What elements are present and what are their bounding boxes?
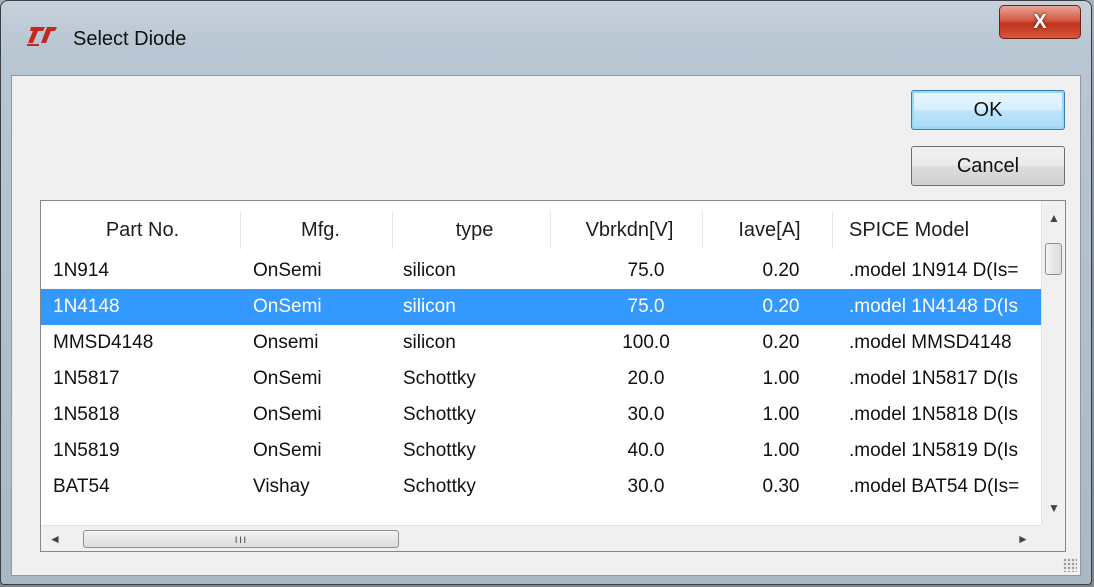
column-header-vbrkdn[interactable]: Vbrkdn[V]	[557, 211, 703, 249]
cell-spice-model: .model BAT54 D(Is=	[849, 476, 1020, 497]
scroll-left-arrow-icon[interactable]: ◄	[47, 532, 63, 546]
scroll-down-arrow-icon[interactable]: ▼	[1042, 501, 1065, 515]
title-bar[interactable]: Select Diode X	[1, 1, 1091, 73]
resize-grip-icon[interactable]	[1063, 558, 1077, 572]
column-header-mfg[interactable]: Mfg.	[249, 211, 393, 249]
cell-spice-model: .model 1N4148 D(Is	[849, 296, 1018, 317]
horizontal-scroll-thumb[interactable]: ııı	[83, 530, 399, 548]
cell-type: Schottky	[403, 440, 476, 461]
table-row[interactable]: 1N4148 OnSemi silicon 75.0 0.20 .model 1N4148…	[41, 289, 1041, 325]
vertical-scroll-thumb[interactable]	[1045, 243, 1062, 275]
table-row[interactable]: BAT54 Vishay Schottky 30.0 0.30 .model BAT54 …	[41, 469, 1041, 505]
cell-type: silicon	[403, 296, 456, 317]
close-button[interactable]: X	[999, 5, 1081, 39]
cancel-button[interactable]: Cancel	[911, 146, 1065, 186]
cell-iave: 1.00	[762, 368, 800, 389]
diode-list[interactable]: Part No. Mfg. type Vbrkdn[V] Iave[A] SPI…	[40, 200, 1066, 552]
cell-iave: 1.00	[762, 404, 800, 425]
cell-type: Schottky	[403, 368, 476, 389]
horizontal-scrollbar[interactable]: ◄ ııı ►	[41, 525, 1041, 551]
ok-button[interactable]: OK	[911, 90, 1065, 130]
cell-mfg: Onsemi	[253, 332, 319, 353]
cell-part-no: 1N4148	[53, 296, 120, 317]
cell-spice-model: .model 1N5818 D(Is	[849, 404, 1018, 425]
cell-vbrkdn: 75.0	[627, 260, 665, 281]
cell-mfg: OnSemi	[253, 404, 322, 425]
window-title: Select Diode	[73, 28, 187, 50]
cell-iave: 0.30	[762, 476, 800, 497]
cell-vbrkdn: 20.0	[627, 368, 665, 389]
cell-part-no: 1N5817	[53, 368, 120, 389]
cell-mfg: OnSemi	[253, 440, 322, 461]
cell-spice-model: .model 1N914 D(Is=	[849, 260, 1019, 281]
cell-iave: 1.00	[762, 440, 800, 461]
column-header-iave[interactable]: Iave[A]	[707, 211, 833, 249]
column-header-part-no[interactable]: Part No.	[45, 211, 241, 249]
column-header-spice-model[interactable]: SPICE Model	[837, 211, 1037, 249]
scrollbar-corner	[1041, 525, 1065, 551]
scroll-up-arrow-icon[interactable]: ▲	[1042, 211, 1065, 225]
cell-vbrkdn: 75.0	[627, 296, 665, 317]
cell-part-no: 1N5818	[53, 404, 120, 425]
list-header: Part No. Mfg. type Vbrkdn[V] Iave[A] SPI…	[41, 201, 1041, 253]
table-row[interactable]: 1N914 OnSemi silicon 75.0 0.20 .model 1N914 D…	[41, 253, 1041, 289]
lt-logo-icon	[25, 23, 65, 53]
cell-vbrkdn: 30.0	[627, 476, 665, 497]
cell-spice-model: .model 1N5817 D(Is	[849, 368, 1018, 389]
column-header-type[interactable]: type	[399, 211, 551, 249]
cell-mfg: OnSemi	[253, 260, 322, 281]
cell-iave: 0.20	[762, 332, 800, 353]
close-icon: X	[1033, 10, 1047, 33]
cell-type: silicon	[403, 260, 456, 281]
cell-mfg: OnSemi	[253, 368, 322, 389]
select-diode-dialog: Select Diode X OK Cancel Part No. Mfg. t…	[0, 0, 1092, 585]
cell-iave: 0.20	[762, 260, 800, 281]
cell-part-no: 1N5819	[53, 440, 120, 461]
cell-type: silicon	[403, 332, 456, 353]
cell-vbrkdn: 100.0	[622, 332, 670, 353]
cell-spice-model: .model MMSD4148	[849, 332, 1012, 353]
table-row[interactable]: 1N5817 OnSemi Schottky 20.0 1.00 .model 1N581…	[41, 361, 1041, 397]
vertical-scrollbar[interactable]: ▲ ▼	[1041, 201, 1065, 525]
cell-type: Schottky	[403, 476, 476, 497]
table-row[interactable]: 1N5819 OnSemi Schottky 40.0 1.00 .model 1N581…	[41, 433, 1041, 469]
table-row[interactable]: 1N5818 OnSemi Schottky 30.0 1.00 .model 1N581…	[41, 397, 1041, 433]
cell-vbrkdn: 40.0	[627, 440, 665, 461]
cell-part-no: BAT54	[53, 476, 110, 497]
cell-part-no: MMSD4148	[53, 332, 154, 353]
cell-part-no: 1N914	[53, 260, 109, 281]
scroll-right-arrow-icon[interactable]: ►	[1015, 532, 1031, 546]
cell-spice-model: .model 1N5819 D(Is	[849, 440, 1018, 461]
dialog-client-area: OK Cancel Part No. Mfg. type Vbrkdn[V] I…	[11, 75, 1081, 576]
table-row[interactable]: MMSD4148 Onsemi silicon 100.0 0.20 .model MMS…	[41, 325, 1041, 361]
cell-mfg: Vishay	[253, 476, 310, 497]
cell-vbrkdn: 30.0	[627, 404, 665, 425]
cell-type: Schottky	[403, 404, 476, 425]
cell-mfg: OnSemi	[253, 296, 322, 317]
cell-iave: 0.20	[762, 296, 800, 317]
